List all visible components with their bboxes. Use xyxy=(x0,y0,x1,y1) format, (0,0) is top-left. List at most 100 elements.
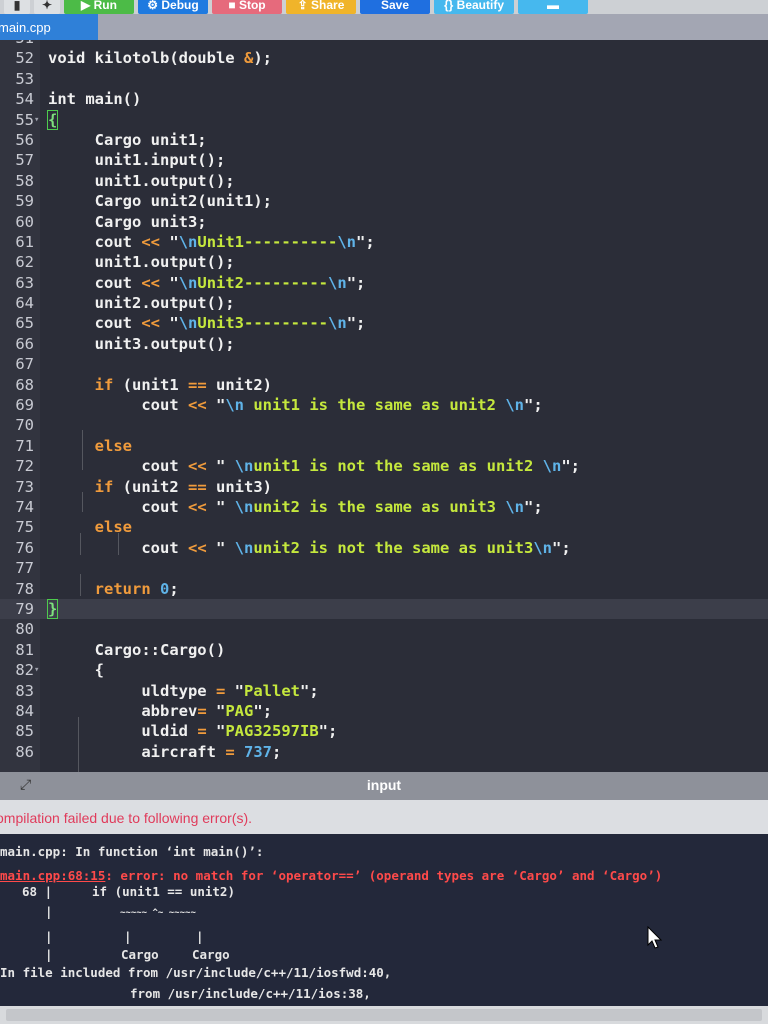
source-line-number: 68 | xyxy=(22,884,53,899)
code-line[interactable]: 67 xyxy=(0,354,768,374)
line-number: 74 xyxy=(15,497,34,516)
line-number: 85 xyxy=(15,722,34,741)
output-console[interactable]: main.cpp: In function ‘int main()’: main… xyxy=(0,834,768,1006)
code-line[interactable]: 64 unit2.output(); xyxy=(0,293,768,313)
console-line: main.cpp: In function ‘int main()’: xyxy=(0,844,264,859)
code-line[interactable]: 55 ▾ { xyxy=(0,109,768,130)
code-text: abbrev= "PAG"; xyxy=(48,701,273,720)
beautify-label: {} Beautify xyxy=(443,0,505,12)
operand-type-right: Cargo xyxy=(192,947,230,962)
code-line[interactable]: 82 ▾ { xyxy=(0,660,768,680)
code-text: cout << "\n unit1 is the same as unit2 \… xyxy=(48,396,543,415)
console-bar: | xyxy=(196,929,204,944)
indent-guide xyxy=(80,574,81,596)
code-line[interactable]: 79} xyxy=(0,598,768,620)
line-number: 52 xyxy=(15,49,34,68)
code-line[interactable]: 60 Cargo unit3; xyxy=(0,212,768,232)
code-line[interactable]: 85 uldid = "PAG32597IB"; xyxy=(0,721,768,741)
line-number: 66 xyxy=(15,334,34,353)
line-number: 51 xyxy=(0,40,34,48)
mouse-cursor-icon xyxy=(647,926,663,949)
input-panel-header[interactable]: ⤢ input xyxy=(0,772,768,800)
fold-toggle-icon[interactable]: ▾ xyxy=(34,110,39,130)
debug-button[interactable]: ⚙ Debug xyxy=(138,0,208,14)
tab-main-cpp[interactable]: main.cpp xyxy=(0,14,98,40)
operand-type-left: Cargo xyxy=(121,947,159,962)
line-number: 67 xyxy=(15,355,34,374)
code-line[interactable]: 54 int main() xyxy=(0,89,768,109)
code-line[interactable]: 74 cout << " \nunit2 is the same as unit… xyxy=(0,497,768,517)
console-bar: | xyxy=(45,904,53,919)
file-button[interactable]: ▮ xyxy=(4,0,30,14)
indent-guide xyxy=(78,717,79,772)
code-line[interactable]: 51 xyxy=(0,40,768,48)
line-number: 82 xyxy=(15,661,34,680)
beautify-button[interactable]: {} Beautify xyxy=(434,0,514,14)
line-number: 55 xyxy=(15,110,34,129)
code-line[interactable]: 76 cout << " \nunit2 is not the same as … xyxy=(0,538,768,558)
matching-brace: { xyxy=(46,109,59,130)
share-button[interactable]: ⇪ Share xyxy=(286,0,356,14)
code-line[interactable]: 59 Cargo unit2(unit1); xyxy=(0,191,768,211)
indent-guide xyxy=(82,492,83,512)
line-number: 60 xyxy=(15,212,34,231)
scrollbar-thumb[interactable] xyxy=(6,1009,762,1021)
code-text: cout << "\nUnit2---------\n"; xyxy=(48,273,366,292)
code-line[interactable]: 66 unit3.output(); xyxy=(0,334,768,354)
code-text: unit1.input(); xyxy=(48,151,226,170)
line-number: 56 xyxy=(15,130,34,149)
compile-status-message: ompilation failed due to following error… xyxy=(0,810,253,826)
code-line[interactable]: 72 cout << " \nunit1 is not the same as … xyxy=(0,456,768,476)
save-button[interactable]: Save xyxy=(360,0,430,14)
code-line[interactable]: 77 xyxy=(0,558,768,578)
indent-guide xyxy=(80,533,81,555)
code-line[interactable]: 71 else xyxy=(0,436,768,456)
stop-button[interactable]: ■ Stop xyxy=(212,0,282,14)
code-text: unit2.output(); xyxy=(48,294,235,313)
code-line[interactable]: 68 if (unit1 == unit2) xyxy=(0,375,768,395)
code-line[interactable]: 80 xyxy=(0,619,768,639)
line-number: 72 xyxy=(15,457,34,476)
file-icon: ▮ xyxy=(13,0,21,12)
code-text: Cargo unit2(unit1); xyxy=(48,192,272,211)
code-text: uldtype = "Pallet"; xyxy=(48,681,319,700)
code-line[interactable]: 81 Cargo::Cargo() xyxy=(0,640,768,660)
code-line[interactable]: 62 unit1.output(); xyxy=(0,252,768,272)
code-line[interactable]: 58 unit1.output(); xyxy=(0,171,768,191)
code-line[interactable]: 63 cout << "\nUnit2---------\n"; xyxy=(0,273,768,293)
code-line[interactable]: 56 Cargo unit1; xyxy=(0,130,768,150)
run-button[interactable]: ▶ Run xyxy=(64,0,134,14)
console-bar: | xyxy=(45,929,53,944)
code-line[interactable]: 83 uldtype = "Pallet"; xyxy=(0,681,768,701)
fold-toggle-icon[interactable]: ▾ xyxy=(34,660,39,680)
code-line[interactable]: 75 else xyxy=(0,517,768,537)
code-line[interactable]: 78 return 0; xyxy=(0,579,768,599)
share-icon: ⇪ xyxy=(297,0,312,12)
code-text: cout << "\nUnit1----------\n"; xyxy=(48,232,375,251)
code-line[interactable]: 69 cout << "\n unit1 is the same as unit… xyxy=(0,395,768,415)
code-line[interactable]: 73 if (unit2 == unit3) xyxy=(0,477,768,497)
code-text: uldid = "PAG32597IB"; xyxy=(48,722,338,741)
line-number: 69 xyxy=(15,396,34,415)
code-text: void kilotolb(double &); xyxy=(48,49,272,68)
code-line[interactable]: 70 xyxy=(0,415,768,435)
code-line[interactable]: 65 cout << "\nUnit3---------\n"; xyxy=(0,313,768,333)
code-line[interactable]: 84 abbrev= "PAG"; xyxy=(0,701,768,721)
console-bar: | xyxy=(124,929,132,944)
stop-icon: ■ xyxy=(228,0,239,12)
horizontal-scrollbar[interactable] xyxy=(0,1006,768,1024)
error-markers: ~~~~~ ^~ ~~~~~ xyxy=(120,908,196,918)
line-number: 84 xyxy=(15,701,34,720)
download-button[interactable]: ▬ xyxy=(518,0,588,14)
code-line[interactable]: 57 unit1.input(); xyxy=(0,150,768,170)
line-number: 71 xyxy=(15,436,34,455)
code-line[interactable]: 61 cout << "\nUnit1----------\n"; xyxy=(0,232,768,252)
code-editor[interactable]: 5152 void kilotolb(double &); 53 54 int main… xyxy=(0,40,768,772)
error-location-link[interactable]: main.cpp:68:15 xyxy=(0,868,105,883)
line-number: 59 xyxy=(15,192,34,211)
code-line[interactable]: 52 void kilotolb(double &); xyxy=(0,48,768,68)
settings-button[interactable]: ✦ xyxy=(34,0,60,14)
code-line[interactable]: 53 xyxy=(0,69,768,89)
code-line[interactable]: 86 aircraft = 737; xyxy=(0,742,768,762)
code-text: aircraft = 737; xyxy=(48,742,282,761)
